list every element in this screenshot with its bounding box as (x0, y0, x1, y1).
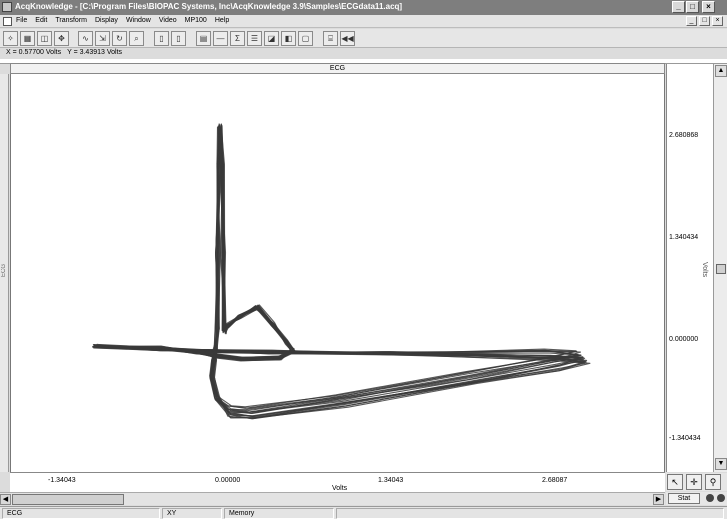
x-tick: -1.34043 (48, 477, 76, 484)
zoom-tool-icon[interactable]: ⚲ (705, 474, 721, 490)
maximize-button[interactable]: □ (686, 1, 699, 13)
list-icon[interactable]: ☰ (247, 31, 262, 46)
ecg-loop (95, 124, 586, 418)
x-tick: 0.00000 (215, 477, 241, 484)
menu-file[interactable]: File (16, 17, 27, 24)
ecg-vectorcardiogram (92, 123, 591, 420)
x-axis-label: Volts (332, 485, 348, 492)
toolbar: ✧ ▦ ◫ ✥ ∿ ⇲ ↻ ⌕ ▯ ▯ ▤ — Σ ☰ ◪ ◧ ▢ ⌸ ◀◀ (0, 29, 727, 48)
ecg-loop (96, 124, 584, 415)
y-tick: 2.680868 (669, 132, 699, 139)
zoom-tool-icon[interactable]: ✥ (54, 31, 69, 46)
document-icon[interactable] (3, 17, 12, 26)
magnify-icon[interactable]: ⌕ (129, 31, 144, 46)
xy-plot-area[interactable] (10, 74, 665, 472)
left-channel-label: ECG (1, 264, 7, 278)
stat-row: Stat (666, 492, 727, 505)
status-dot-icon (717, 494, 725, 502)
doc-close-button[interactable]: × (712, 16, 723, 26)
compress-icon[interactable]: ⇲ (95, 31, 110, 46)
select-tool-icon[interactable]: ◫ (37, 31, 52, 46)
doc-minimize-button[interactable]: _ (686, 16, 697, 26)
camera-icon[interactable]: ⌸ (323, 31, 338, 46)
grid-tool-icon[interactable]: ▦ (20, 31, 35, 46)
app-icon[interactable] (2, 2, 12, 12)
doc-restore-button[interactable]: □ (699, 16, 710, 26)
menu-display[interactable]: Display (95, 17, 118, 24)
menu-window[interactable]: Window (126, 17, 151, 24)
close-button[interactable]: × (702, 1, 715, 13)
ecg-loop (92, 127, 584, 418)
title-bar: AcqKnowledge - [C:\Program Files\BIOPAC … (0, 0, 727, 15)
cursor-tool-icon[interactable]: ✧ (3, 31, 18, 46)
sum-icon[interactable]: Σ (230, 31, 245, 46)
status-storage: Memory (224, 508, 334, 519)
ecg-loop (92, 124, 588, 420)
window-title: AcqKnowledge - [C:\Program Files\BIOPAC … (15, 2, 403, 11)
arrow-tool-icon[interactable]: ↖ (667, 474, 683, 490)
y-tick: 1.340434 (669, 234, 699, 241)
status-mode: XY (162, 508, 222, 519)
line-icon[interactable]: — (213, 31, 228, 46)
vertical-scrollbar[interactable]: ▲ ▼ (713, 64, 727, 472)
vertical-scroll-thumb[interactable] (716, 264, 726, 274)
status-blank (336, 508, 724, 519)
menu-video[interactable]: Video (159, 17, 177, 24)
redraw-icon[interactable]: ↻ (112, 31, 127, 46)
left-channel-strip: ECG (0, 74, 9, 472)
y-axis-label: Volts (701, 262, 708, 278)
menu-transform[interactable]: Transform (55, 17, 87, 24)
status-dot-icon (706, 494, 714, 502)
y-tick: 0.000000 (669, 336, 699, 343)
crosshair-tool-icon[interactable]: ✛ (686, 474, 702, 490)
scroll-right-arrow-icon[interactable]: ▶ (653, 494, 664, 505)
horizontal-scroll-thumb[interactable] (12, 494, 124, 505)
frame-icon[interactable]: ◪ (264, 31, 279, 46)
rewind-icon[interactable]: ◀◀ (340, 31, 355, 46)
x-axis: -1.34043 0.00000 1.34043 2.68087 Volts (10, 472, 665, 492)
status-channel: ECG (2, 508, 160, 519)
menu-mp100[interactable]: MP100 (185, 17, 207, 24)
minimize-button[interactable]: _ (672, 1, 685, 13)
channel-header[interactable]: ECG (10, 63, 665, 74)
wave-icon[interactable]: ∿ (78, 31, 93, 46)
window-icon[interactable]: ▢ (298, 31, 313, 46)
scroll-down-arrow-icon[interactable]: ▼ (715, 458, 727, 470)
x-tick: 1.34043 (378, 477, 404, 484)
scroll-up-arrow-icon[interactable]: ▲ (715, 65, 727, 77)
ecg-loop (93, 125, 578, 408)
x-tick: 2.68087 (542, 477, 568, 484)
tool-palette: ↖ ✛ ⚲ (666, 473, 727, 491)
horizontal-scrollbar[interactable]: ◀ ▶ (0, 492, 665, 505)
panel-icon[interactable]: ◧ (281, 31, 296, 46)
ecg-loop (93, 123, 582, 413)
scroll-left-arrow-icon[interactable]: ◀ (0, 494, 11, 505)
y-axis: 2.680868 1.340434 0.000000 -1.340434 Vol… (666, 64, 713, 472)
table-icon[interactable]: ▤ (196, 31, 211, 46)
y-tick: -1.340434 (669, 435, 701, 442)
stat-button[interactable]: Stat (668, 493, 700, 504)
page-copy-icon[interactable]: ▯ (171, 31, 186, 46)
ecg-loop (94, 127, 582, 409)
x-readout: X = 0.57700 Volts (6, 49, 62, 56)
xy-readout: X = 0.57700 Volts Y = 3.43913 Volts (6, 49, 122, 59)
menu-edit[interactable]: Edit (35, 17, 47, 24)
ecg-trace-loops (92, 123, 591, 420)
menu-bar: File Edit Transform Display Window Video… (0, 15, 727, 28)
status-bar: ECG XY Memory (0, 506, 727, 519)
page-icon[interactable]: ▯ (154, 31, 169, 46)
menu-help[interactable]: Help (215, 17, 229, 24)
y-readout: Y = 3.43913 Volts (67, 49, 123, 56)
